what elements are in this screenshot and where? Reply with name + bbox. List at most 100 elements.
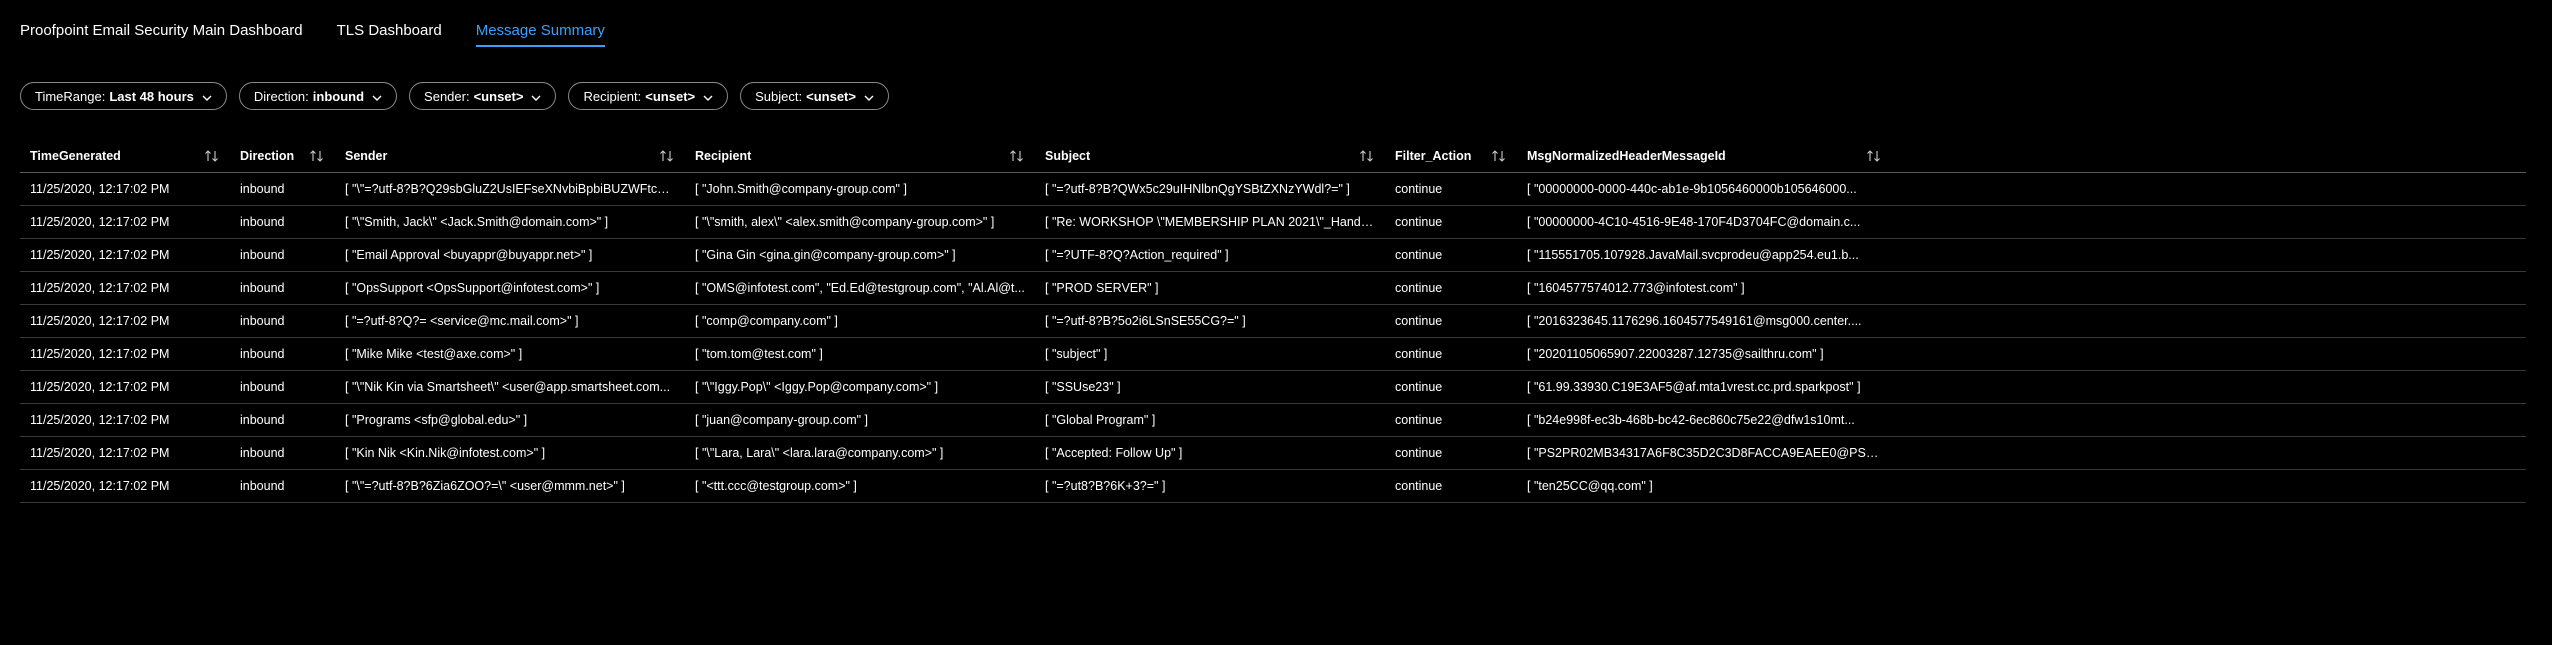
filter-label: Recipient: <box>583 88 642 104</box>
cell-filter-action: continue <box>1385 314 1517 328</box>
cell-text: 11/25/2020, 12:17:02 PM <box>30 347 170 361</box>
cell-msgnormalizedheadermessageid: [ "2016323645.1176296.1604577549161@msg0… <box>1517 314 1892 328</box>
cell-text: [ "Global Program" ] <box>1045 413 1156 427</box>
cell-text: continue <box>1395 446 1443 460</box>
tab-proofpoint-email-security-main-dashboard[interactable]: Proofpoint Email Security Main Dashboard <box>20 22 303 47</box>
column-header-timegenerated[interactable]: TimeGenerated <box>20 149 230 163</box>
cell-direction: inbound <box>230 281 335 295</box>
sort-icon[interactable] <box>204 150 220 162</box>
filter-direction-dropdown[interactable]: Direction: inbound <box>238 82 398 110</box>
cell-recipient: [ "\"smith, alex\" <alex.smith@company-g… <box>685 215 1035 229</box>
cell-msgnormalizedheadermessageid: [ "1604577574012.773@infotest.com" ] <box>1517 281 1892 295</box>
sort-icon[interactable] <box>659 150 675 162</box>
cell-text: [ "\"Smith, Jack\" <Jack.Smith@domain.co… <box>345 215 609 229</box>
column-header-subject[interactable]: Subject <box>1035 149 1385 163</box>
column-header-sender[interactable]: Sender <box>335 149 685 163</box>
cell-recipient: [ "Gina Gin <gina.gin@company-group.com>… <box>685 248 1035 262</box>
cell-text: [ "ten25CC@qq.com" ] <box>1527 479 1653 493</box>
cell-text: continue <box>1395 215 1443 229</box>
cell-sender: [ "OpsSupport <OpsSupport@infotest.com>"… <box>335 281 685 295</box>
filter-label: Direction: <box>253 88 309 104</box>
cell-text: continue <box>1395 479 1443 493</box>
chevron-down-icon <box>864 91 874 101</box>
sort-icon[interactable] <box>1491 150 1507 162</box>
cell-text: continue <box>1395 314 1443 328</box>
cell-direction: inbound <box>230 347 335 361</box>
table-row[interactable]: 11/25/2020, 12:17:02 PM inbound [ "Email A… <box>20 239 2526 272</box>
cell-text: inbound <box>240 380 285 394</box>
column-header-label: TimeGenerated <box>30 149 121 163</box>
cell-text: [ "Programs <sfp@global.edu>" ] <box>345 413 528 427</box>
sort-icon[interactable] <box>1009 150 1025 162</box>
message-summary-grid: TimeGenerated Direction Sender Recipient Sub… <box>20 140 2526 503</box>
cell-text: [ "=?utf-8?B?QWx5c29uIHNlbnQgYSBtZXNzYWd… <box>1045 182 1350 196</box>
cell-timegenerated: 11/25/2020, 12:17:02 PM <box>20 215 230 229</box>
cell-timegenerated: 11/25/2020, 12:17:02 PM <box>20 479 230 493</box>
table-row[interactable]: 11/25/2020, 12:17:02 PM inbound [ "Kin Nik… <box>20 437 2526 470</box>
table-row[interactable]: 11/25/2020, 12:17:02 PM inbound [ "\"=?utf… <box>20 173 2526 206</box>
sort-icon[interactable] <box>1359 150 1375 162</box>
cell-text: [ "2016323645.1176296.1604577549161@msg0… <box>1527 314 1862 328</box>
table-row[interactable]: 11/25/2020, 12:17:02 PM inbound [ "OpsSupp… <box>20 272 2526 305</box>
cell-sender: [ "Mike Mike <test@axe.com>" ] <box>335 347 685 361</box>
cell-text: 11/25/2020, 12:17:02 PM <box>30 479 170 493</box>
table-row[interactable]: 11/25/2020, 12:17:02 PM inbound [ "Mike Mi… <box>20 338 2526 371</box>
cell-text: [ "Mike Mike <test@axe.com>" ] <box>345 347 523 361</box>
cell-text: [ "115551705.107928.JavaMail.svcprodeu@a… <box>1527 248 1859 262</box>
cell-direction: inbound <box>230 314 335 328</box>
column-header-filter-action[interactable]: Filter_Action <box>1385 149 1517 163</box>
cell-text: inbound <box>240 281 285 295</box>
filter-timerange-dropdown[interactable]: TimeRange: Last 48 hours <box>20 82 227 110</box>
cell-text: [ "subject" ] <box>1045 347 1108 361</box>
cell-text: inbound <box>240 182 285 196</box>
cell-text: 11/25/2020, 12:17:02 PM <box>30 215 170 229</box>
cell-timegenerated: 11/25/2020, 12:17:02 PM <box>20 380 230 394</box>
table-row[interactable]: 11/25/2020, 12:17:02 PM inbound [ "\"Smith… <box>20 206 2526 239</box>
column-header-label: Sender <box>345 149 388 163</box>
cell-timegenerated: 11/25/2020, 12:17:02 PM <box>20 347 230 361</box>
table-row[interactable]: 11/25/2020, 12:17:02 PM inbound [ "\"=?utf… <box>20 470 2526 503</box>
cell-timegenerated: 11/25/2020, 12:17:02 PM <box>20 182 230 196</box>
grid-body: 11/25/2020, 12:17:02 PM inbound [ "\"=?utf… <box>20 173 2526 503</box>
tab-tls-dashboard[interactable]: TLS Dashboard <box>337 22 442 47</box>
cell-text: [ "PROD SERVER" ] <box>1045 281 1159 295</box>
cell-direction: inbound <box>230 182 335 196</box>
sort-icon[interactable] <box>309 150 325 162</box>
column-header-label: Recipient <box>695 149 752 163</box>
table-row[interactable]: 11/25/2020, 12:17:02 PM inbound [ "Program… <box>20 404 2526 437</box>
filter-subject-dropdown[interactable]: Subject: <unset> <box>740 82 889 110</box>
cell-filter-action: continue <box>1385 413 1517 427</box>
cell-direction: inbound <box>230 413 335 427</box>
cell-sender: [ "\"=?utf-8?B?Q29sbGluZ2UsIEFseXNvbiBpb… <box>335 182 685 196</box>
cell-text: [ "20201105065907.22003287.12735@sailthr… <box>1527 347 1824 361</box>
filter-value: inbound <box>312 88 365 104</box>
cell-text: [ "Kin Nik <Kin.Nik@infotest.com>" ] <box>345 446 546 460</box>
column-header-direction[interactable]: Direction <box>230 149 335 163</box>
cell-text: inbound <box>240 215 285 229</box>
cell-text: 11/25/2020, 12:17:02 PM <box>30 380 170 394</box>
cell-timegenerated: 11/25/2020, 12:17:02 PM <box>20 314 230 328</box>
cell-subject: [ "PROD SERVER" ] <box>1035 281 1385 295</box>
cell-recipient: [ "tom.tom@test.com" ] <box>685 347 1035 361</box>
column-header-recipient[interactable]: Recipient <box>685 149 1035 163</box>
cell-text: 11/25/2020, 12:17:02 PM <box>30 281 170 295</box>
table-row[interactable]: 11/25/2020, 12:17:02 PM inbound [ "\"Nik K… <box>20 371 2526 404</box>
cell-text: [ "tom.tom@test.com" ] <box>695 347 823 361</box>
cell-timegenerated: 11/25/2020, 12:17:02 PM <box>20 446 230 460</box>
tab-message-summary[interactable]: Message Summary <box>475 22 605 47</box>
cell-text: inbound <box>240 314 285 328</box>
filter-recipient-dropdown[interactable]: Recipient: <unset> <box>568 82 729 110</box>
sort-icon[interactable] <box>1866 150 1882 162</box>
filter-value: <unset> <box>473 88 524 104</box>
filter-sender-dropdown[interactable]: Sender: <unset> <box>409 82 557 110</box>
cell-subject: [ "Global Program" ] <box>1035 413 1385 427</box>
cell-text: [ "\"Lara, Lara\" <lara.lara@company.com… <box>695 446 944 460</box>
column-header-msgnormalizedheadermessageid[interactable]: MsgNormalizedHeaderMessageId <box>1517 149 1892 163</box>
table-row[interactable]: 11/25/2020, 12:17:02 PM inbound [ "=?utf-8… <box>20 305 2526 338</box>
filter-value: <unset> <box>806 88 856 104</box>
cell-recipient: [ "\"Lara, Lara\" <lara.lara@company.com… <box>685 446 1035 460</box>
cell-filter-action: continue <box>1385 446 1517 460</box>
cell-text: [ "Re: WORKSHOP \"MEMBERSHIP PLAN 2021\"… <box>1045 215 1375 229</box>
cell-text: [ "b24e998f-ec3b-468b-bc42-6ec860c75e22@… <box>1527 413 1855 427</box>
cell-sender: [ "=?utf-8?Q?= <service@mc.mail.com>" ] <box>335 314 685 328</box>
